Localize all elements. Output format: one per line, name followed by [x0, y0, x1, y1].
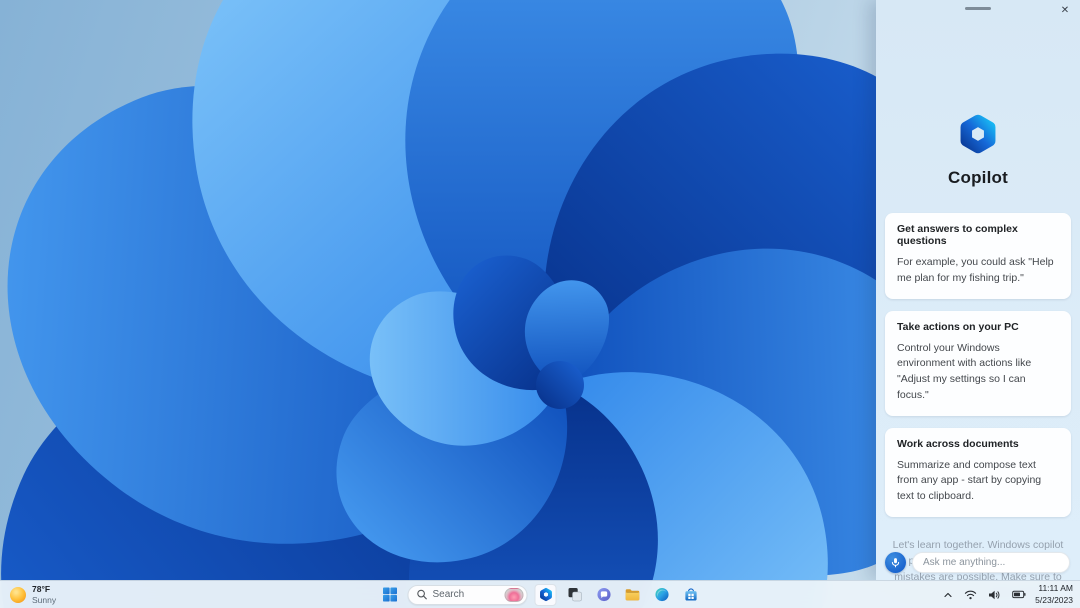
store-button[interactable] [680, 584, 702, 606]
mic-icon [891, 558, 900, 568]
search-input[interactable] [432, 589, 500, 600]
daily-image-icon[interactable] [504, 587, 524, 602]
start-icon [382, 587, 397, 602]
sun-icon [10, 586, 26, 603]
task-view-icon [568, 588, 582, 602]
copilot-logo-icon [960, 114, 996, 154]
taskbar: 78°F Sunny Search 11:11 AM 5/23/2023 [0, 580, 1080, 608]
drag-handle[interactable] [965, 7, 991, 10]
battery-icon[interactable] [1010, 588, 1028, 601]
card-work-documents: Work across documents Summarize and comp… [885, 427, 1071, 517]
card-title: Work across documents [897, 437, 1019, 450]
weather-widget[interactable]: 78°F Sunny [0, 581, 66, 608]
suggestion-cards: Get answers to complex questions For exa… [885, 213, 1071, 517]
card-take-actions: Take actions on your PC Control your Win… [885, 310, 1071, 416]
card-body: For example, you could ask "Help me plan… [897, 256, 1054, 284]
card-body: Control your Windows environment with ac… [897, 341, 1032, 401]
wifi-icon[interactable] [962, 587, 979, 602]
card-title: Get answers to complex questions [897, 223, 1018, 247]
mic-button[interactable] [885, 552, 906, 573]
taskbar-apps [379, 581, 702, 608]
system-tray: 11:11 AM 5/23/2023 [941, 581, 1080, 608]
screen: ✕ Copilot Get answers to complex questio… [0, 0, 1080, 608]
ask-me-anything-input[interactable] [912, 552, 1070, 573]
chat-button[interactable] [593, 584, 615, 606]
clock-date: 5/23/2023 [1035, 594, 1073, 605]
edge-icon [654, 587, 669, 602]
ask-input-row [885, 552, 1070, 573]
close-icon[interactable]: ✕ [1057, 2, 1073, 18]
copilot-panel: ✕ Copilot Get answers to complex questio… [876, 0, 1080, 608]
store-icon [684, 588, 697, 601]
edge-button[interactable] [651, 584, 673, 606]
file-explorer-icon [625, 589, 640, 601]
task-view-button[interactable] [564, 584, 586, 606]
copilot-taskbar-button[interactable] [534, 583, 557, 606]
tray-chevron-icon[interactable] [941, 588, 955, 602]
copilot-title: Copilot [948, 168, 1008, 187]
start-button[interactable] [379, 584, 401, 606]
weather-temperature: 78°F [32, 583, 51, 594]
chat-icon [596, 587, 611, 602]
clock[interactable]: 11:11 AM 5/23/2023 [1035, 583, 1073, 605]
volume-icon[interactable] [986, 587, 1003, 603]
file-explorer-button[interactable] [622, 584, 644, 606]
card-title: Take actions on your PC [897, 320, 1019, 333]
search-box[interactable] [407, 584, 528, 605]
card-body: Summarize and compose text from any app … [897, 458, 1042, 503]
clock-time: 11:11 AM [1038, 583, 1073, 594]
card-complex-questions: Get answers to complex questions For exa… [885, 213, 1071, 299]
weather-condition: Sunny [32, 594, 57, 605]
copilot-icon [539, 587, 552, 602]
search-icon [417, 589, 427, 600]
